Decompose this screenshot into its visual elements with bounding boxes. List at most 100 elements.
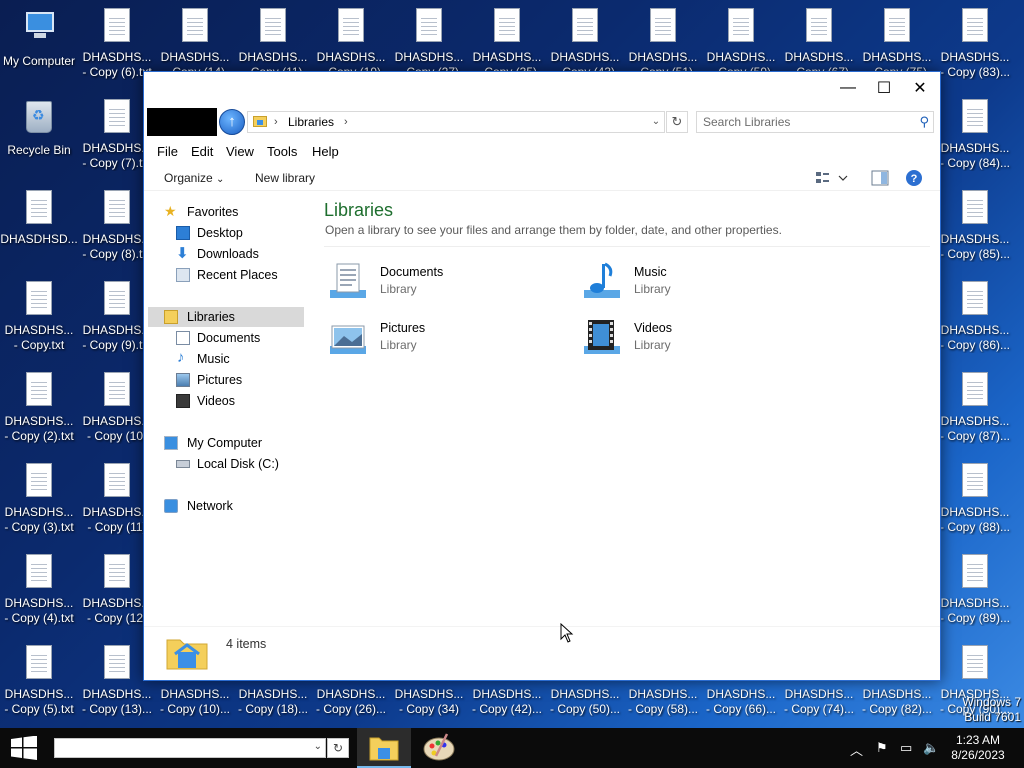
nav-favorites[interactable]: ★ Favorites	[148, 202, 304, 222]
library-videos[interactable]: Videos Library	[580, 316, 820, 366]
nav-local-disk[interactable]: Local Disk (C:)	[148, 454, 304, 474]
volume-muted-icon[interactable]: 🔈	[923, 740, 939, 756]
desktop-icon-file[interactable]: DHASDHS... - Copy (86)...	[936, 281, 1014, 353]
desktop-icon-file[interactable]: DHASDHS... - Copy (85)...	[936, 190, 1014, 262]
nav-downloads[interactable]: ⬇ Downloads	[148, 244, 304, 264]
desktop-icon-file[interactable]: DHASDHS... - Copy (59)	[702, 8, 780, 80]
nav-network[interactable]: Network	[148, 496, 304, 516]
nav-pictures[interactable]: Pictures	[148, 370, 304, 390]
close-button[interactable]: ✕	[902, 72, 938, 104]
nav-libraries[interactable]: Libraries	[148, 307, 304, 327]
text-file-icon	[258, 8, 288, 46]
chevron-down-icon[interactable]: ⌄	[314, 741, 322, 752]
desktop-icon-file[interactable]: DHASDHS... - Copy (6).txt	[78, 8, 156, 80]
desktop-icon-file[interactable]: DHASDHS... - Copy (83)...	[936, 8, 1014, 80]
title-bar[interactable]: — ☐ ✕	[144, 72, 940, 104]
maximize-button[interactable]: ☐	[866, 72, 902, 104]
desktop-icon	[176, 226, 190, 240]
address-dropdown-icon[interactable]: ⌄	[648, 112, 664, 132]
breadcrumb-libraries[interactable]: Libraries	[288, 112, 334, 132]
refresh-button[interactable]: ↻	[666, 111, 688, 133]
desktop-icon-file[interactable]: DHASDHS... - Copy (11)	[234, 8, 312, 80]
preview-pane-icon[interactable]	[870, 168, 892, 188]
help-icon[interactable]: ?	[904, 168, 926, 188]
nav-videos[interactable]: Videos	[148, 391, 304, 411]
library-documents[interactable]: Documents Library	[326, 260, 566, 310]
explorer-window[interactable]: — ☐ ✕ ↑ › Libraries › ⌄ ↻ ⚲ File Edit Vi…	[143, 71, 941, 681]
desktop-icon-file[interactable]: DHASDHS... - Copy (4).txt	[0, 554, 78, 626]
nav-desktop[interactable]: Desktop	[148, 223, 304, 243]
navigation-pane: ★ Favorites Desktop ⬇ Downloads Recent P…	[144, 196, 306, 626]
desktop-icon-file[interactable]: DHASDHS... - Copy (75)	[858, 8, 936, 80]
content-pane: Libraries Open a library to see your fil…	[310, 196, 935, 626]
desktop-icon-file[interactable]: DHASDHS... - Copy (84)...	[936, 99, 1014, 171]
up-arrow-icon[interactable]: ↑	[219, 109, 245, 135]
desktop-icon-file[interactable]: DHASDHS... - Copy (35)	[468, 8, 546, 80]
desktop-icon-file[interactable]: DHASDHS... - Copy (14)	[156, 8, 234, 80]
desktop-icon-file[interactable]: DHASDHS... - Copy.txt	[0, 281, 78, 353]
action-center-flag-icon[interactable]: ⚑	[876, 740, 888, 756]
search-icon[interactable]: ⚲	[919, 114, 929, 130]
search-input[interactable]	[703, 112, 913, 132]
taskbar: ⌄ ↻ ︿ ⚑ ▭ 🔈 1:23 AM 8/26/2023	[0, 728, 1024, 768]
back-forward-buttons[interactable]	[147, 108, 217, 136]
desktop-icon-recycle-bin[interactable]: Recycle Bin	[0, 99, 78, 158]
computer-icon	[164, 436, 178, 450]
start-button[interactable]	[10, 735, 38, 760]
view-options-icon[interactable]	[814, 168, 848, 188]
show-hidden-icons-chevron-icon[interactable]: ︿	[850, 740, 863, 759]
search-box[interactable]: ⚲	[696, 111, 934, 133]
minimize-button[interactable]: —	[830, 72, 866, 104]
menu-edit[interactable]: Edit	[191, 144, 213, 159]
desktop-icon-file[interactable]: DHASDHS... - Copy (5).txt	[0, 645, 78, 717]
desktop-icon-file[interactable]: DHASDHS... - Copy (27)	[390, 8, 468, 80]
menu-file[interactable]: File	[157, 144, 178, 159]
taskbar-address-field[interactable]: ⌄	[54, 738, 326, 758]
chevron-down-icon: ⌄	[216, 174, 225, 185]
music-library-icon	[580, 260, 624, 304]
desktop-icon-file[interactable]: DHASDHS... - Copy (2).txt	[0, 372, 78, 444]
menu-help[interactable]: Help	[312, 144, 339, 159]
network-status-icon[interactable]: ▭	[900, 740, 912, 756]
taskbar-refresh-button[interactable]: ↻	[327, 738, 349, 758]
nav-recent-places[interactable]: Recent Places	[148, 265, 304, 285]
recent-places-icon	[176, 268, 190, 282]
library-music[interactable]: Music Library	[580, 260, 820, 310]
breadcrumb-chevron-icon[interactable]: ›	[344, 112, 348, 132]
system-clock[interactable]: 1:23 AM 8/26/2023	[946, 733, 1010, 763]
desktop-icon-file[interactable]: DHASDHS... - Copy (19)	[312, 8, 390, 80]
new-library-button[interactable]: New library	[255, 171, 315, 185]
nav-my-computer[interactable]: My Computer	[148, 433, 304, 453]
desktop-icon-file[interactable]: DHASDHS... - Copy (89)...	[936, 554, 1014, 626]
menu-view[interactable]: View	[226, 144, 254, 159]
desktop-icon-file[interactable]: DHASDHS... - Copy (67)	[780, 8, 858, 80]
desktop-icon-file[interactable]: DHASDHS... - Copy (3).txt	[0, 463, 78, 535]
text-file-icon	[804, 8, 834, 46]
address-bar[interactable]: › Libraries › ⌄	[247, 111, 665, 133]
desktop-icon-my-computer[interactable]: My Computer	[0, 8, 78, 69]
nav-music[interactable]: ♪ Music	[148, 349, 304, 369]
text-file-icon	[24, 463, 54, 501]
hard-drive-icon	[176, 460, 190, 468]
desktop-icon-file[interactable]: DHASDHS... - Copy (51)	[624, 8, 702, 80]
desktop-icon-file[interactable]: DHASDHS... - Copy (43)	[546, 8, 624, 80]
text-file-icon	[960, 281, 990, 319]
text-file-icon	[24, 554, 54, 592]
taskbar-paint[interactable]	[412, 728, 466, 768]
desktop-icon-file[interactable]: DHASDHS... - Copy (88)...	[936, 463, 1014, 535]
recycle-bin-icon	[24, 101, 54, 139]
svg-text:?: ?	[911, 173, 918, 185]
network-icon	[164, 499, 178, 513]
text-file-icon	[492, 8, 522, 46]
desktop-icon-file[interactable]: DHASDHS... - Copy (87)...	[936, 372, 1014, 444]
desktop-icon-file[interactable]: DHASDHSD...	[0, 190, 78, 247]
text-file-icon	[24, 281, 54, 319]
organize-button[interactable]: Organize ⌄	[164, 171, 224, 185]
text-file-icon	[960, 645, 990, 683]
text-file-icon	[960, 372, 990, 410]
taskbar-file-explorer[interactable]	[357, 728, 411, 768]
menu-tools[interactable]: Tools	[267, 144, 297, 159]
library-pictures[interactable]: Pictures Library	[326, 316, 566, 366]
nav-documents[interactable]: Documents	[148, 328, 304, 348]
pictures-library-icon	[326, 316, 370, 360]
